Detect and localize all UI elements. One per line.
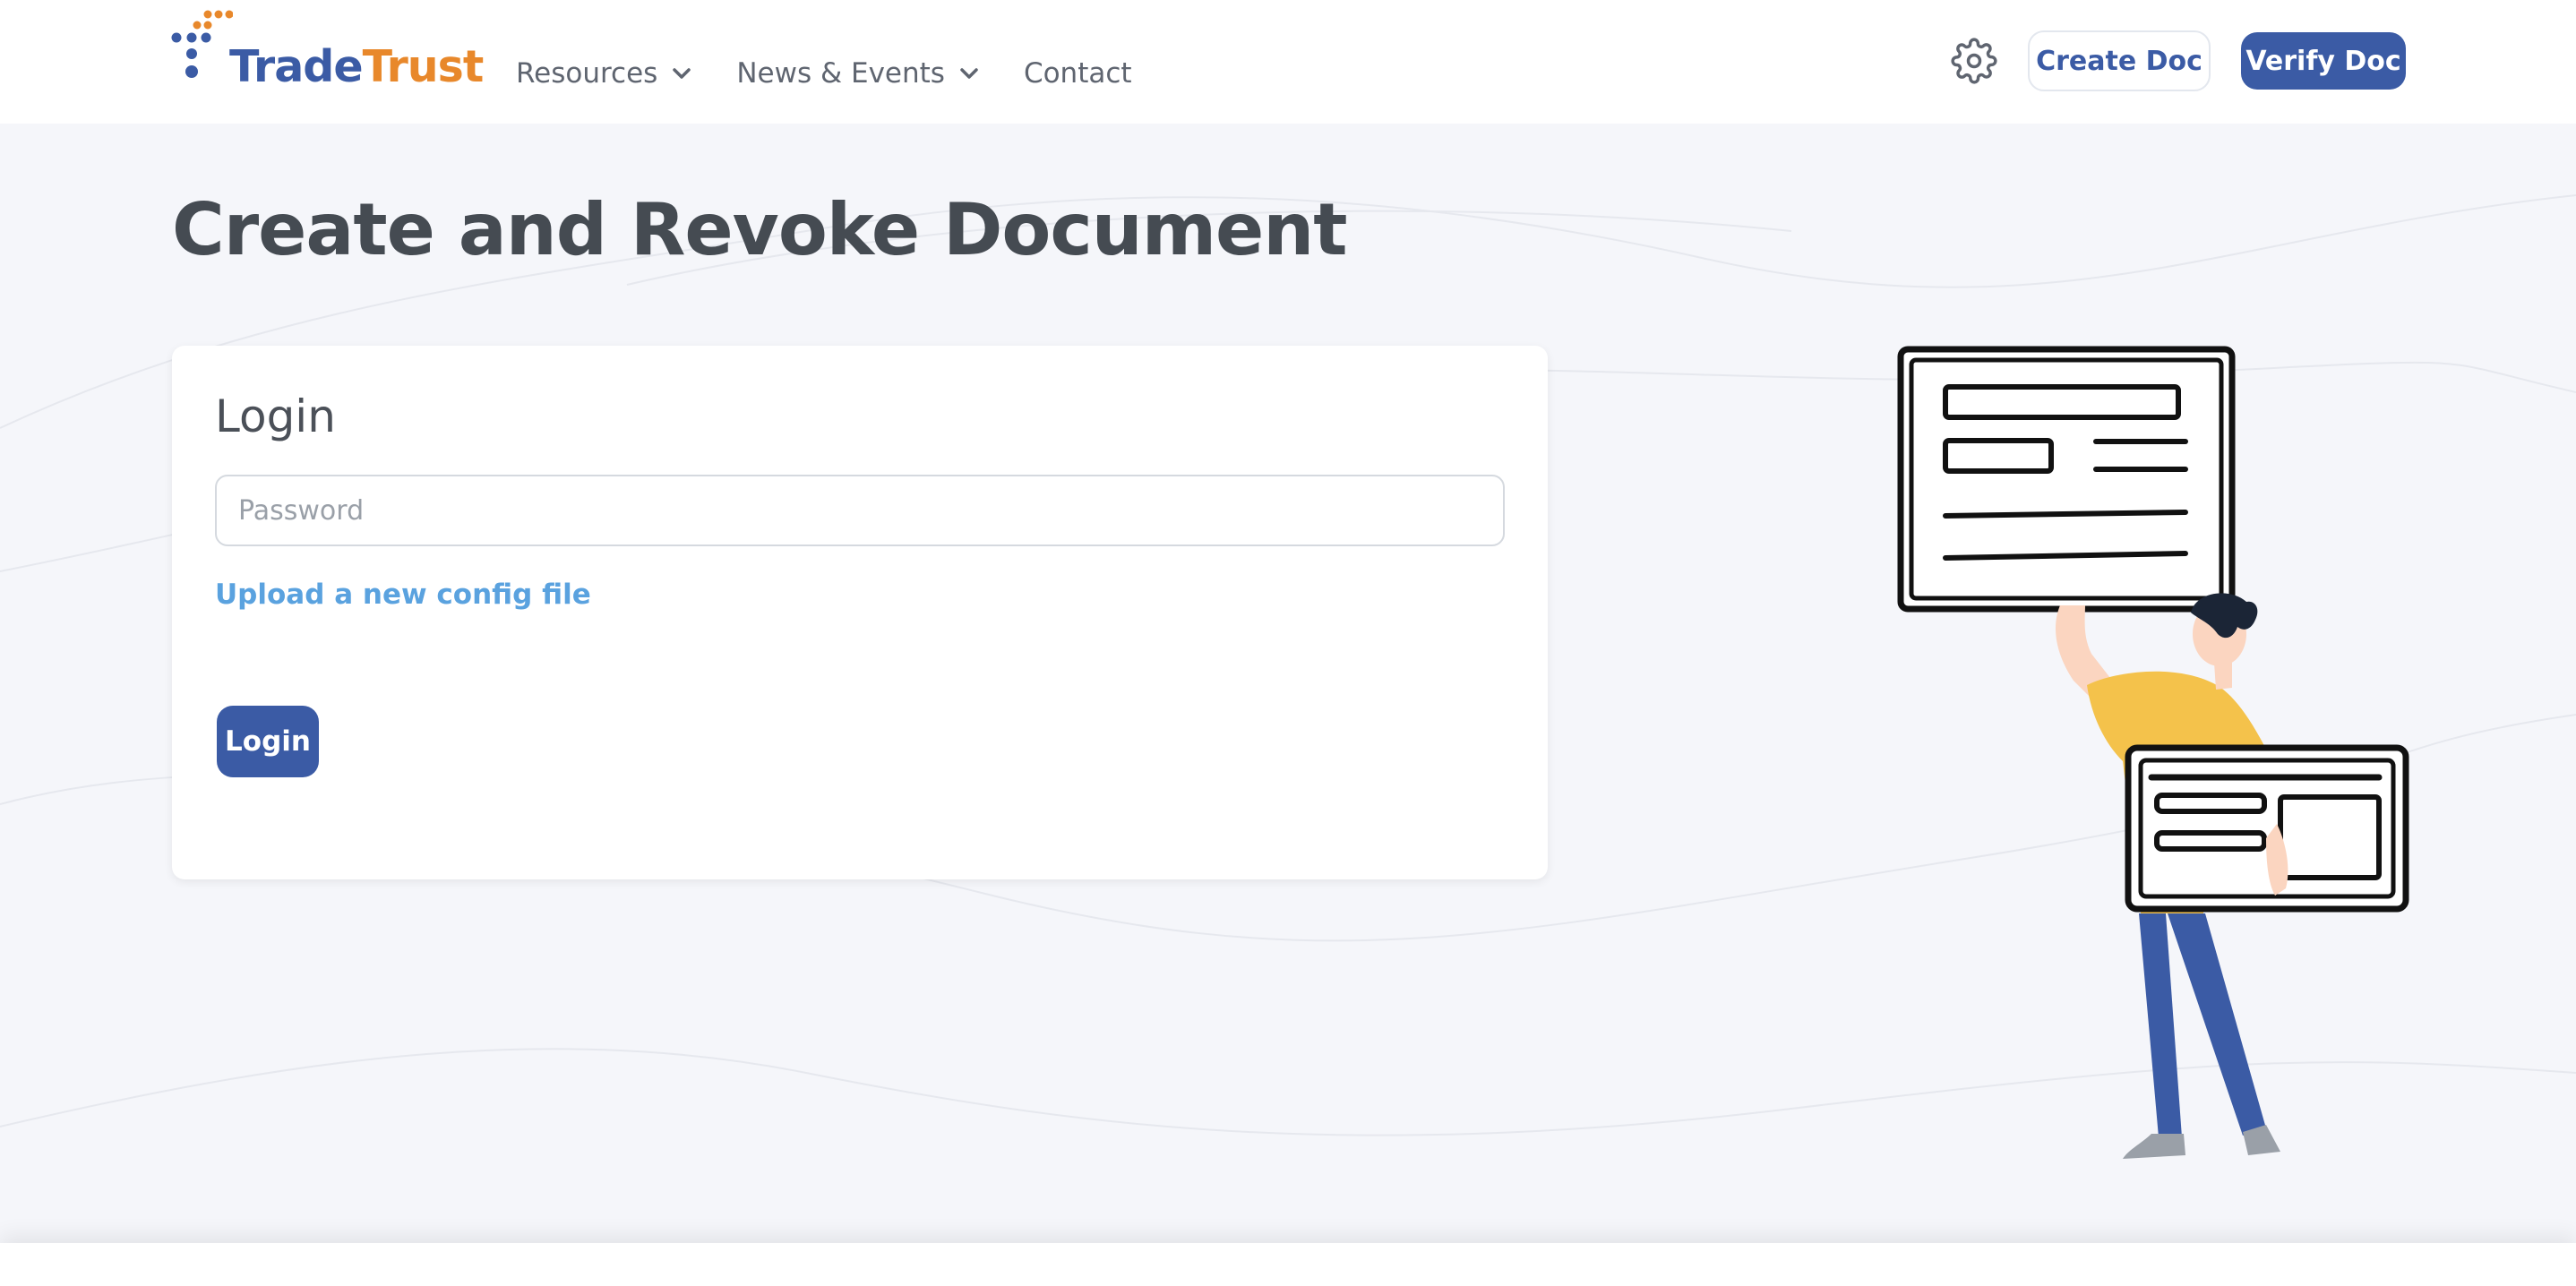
login-button[interactable]: Login bbox=[217, 706, 319, 777]
gear-icon[interactable] bbox=[1951, 38, 1997, 84]
nav-news-events[interactable]: News & Events bbox=[736, 57, 979, 90]
login-heading: Login bbox=[215, 390, 336, 442]
login-card: Login Upload a new config file Login bbox=[172, 346, 1548, 879]
top-navbar: TradeTrust Resources News & Events Conta… bbox=[0, 0, 2576, 124]
upper-document-graphic bbox=[1897, 346, 2236, 613]
password-input[interactable] bbox=[215, 475, 1505, 546]
tradetrust-logo[interactable]: TradeTrust bbox=[170, 9, 484, 92]
lower-document-graphic bbox=[2125, 744, 2409, 913]
nav-resources-label: Resources bbox=[516, 57, 658, 90]
verify-doc-button[interactable]: Verify Doc bbox=[2241, 32, 2406, 90]
upload-config-link[interactable]: Upload a new config file bbox=[215, 579, 591, 611]
chevron-down-icon bbox=[673, 68, 691, 79]
nav-news-events-label: News & Events bbox=[736, 57, 945, 90]
logo-trust-text: Trust bbox=[362, 41, 485, 92]
nav-contact[interactable]: Contact bbox=[1024, 57, 1132, 90]
logo-wordmark: TradeTrust bbox=[229, 41, 485, 92]
page-title: Create and Revoke Document bbox=[172, 188, 1347, 271]
create-doc-button[interactable]: Create Doc bbox=[2028, 30, 2211, 91]
footer-strip bbox=[0, 1243, 2576, 1286]
logo-dots-icon bbox=[171, 10, 233, 78]
nav-resources[interactable]: Resources bbox=[516, 57, 691, 90]
main-nav: Resources News & Events Contact bbox=[516, 54, 1177, 93]
nav-contact-label: Contact bbox=[1023, 57, 1132, 90]
logo-trade-text: Trade bbox=[229, 41, 364, 92]
chevron-down-icon bbox=[960, 68, 978, 79]
person-holding-documents-illustration bbox=[1897, 346, 2409, 1159]
